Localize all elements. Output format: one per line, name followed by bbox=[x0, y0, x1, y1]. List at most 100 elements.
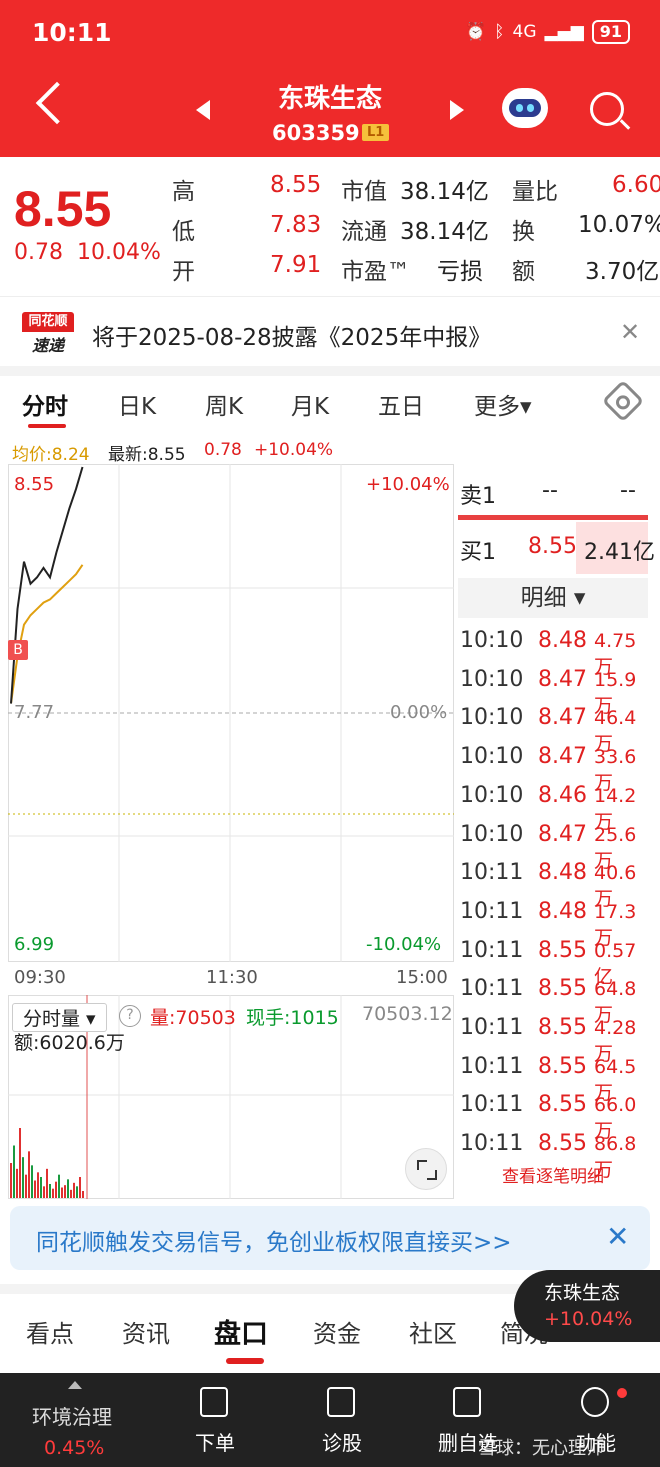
order-label: 下单 bbox=[195, 1431, 235, 1455]
info-pct: +10.04% bbox=[254, 440, 334, 460]
volume-bar bbox=[43, 1186, 45, 1198]
battery-icon: 91 bbox=[591, 20, 630, 44]
tab-intraday[interactable]: 分时 bbox=[22, 387, 68, 421]
volume-bar bbox=[76, 1186, 78, 1198]
intraday-chart[interactable] bbox=[8, 464, 454, 962]
y-low-label: 6.99 bbox=[14, 934, 55, 955]
tick-row: 10:10 8.46 14.2万 bbox=[460, 782, 650, 833]
assistant-robot-icon[interactable] bbox=[502, 88, 548, 128]
view-all-ticks-link[interactable]: 查看逐笔明细 bbox=[458, 1162, 648, 1187]
tab-monthly-k[interactable]: 月K bbox=[291, 387, 329, 421]
tick-row: 10:10 8.47 33.6万 bbox=[460, 744, 650, 794]
tick-time: 10:11 bbox=[460, 1053, 524, 1079]
tick-price: 8.47 bbox=[538, 666, 587, 692]
fullscreen-icon[interactable] bbox=[405, 1148, 447, 1190]
sector-pct: 0.45% bbox=[44, 1437, 105, 1459]
volume-bar bbox=[28, 1151, 30, 1198]
tick-row: 10:11 8.55 64.8万 bbox=[460, 976, 650, 1026]
tick-time: 10:10 bbox=[460, 782, 524, 808]
tab-news[interactable]: 资讯 bbox=[122, 1314, 170, 1349]
mktcap-label: 市值 bbox=[341, 179, 387, 205]
bluetooth-icon: ᛒ bbox=[494, 22, 505, 42]
tab-capital[interactable]: 资金 bbox=[313, 1314, 361, 1349]
volume-bar bbox=[40, 1177, 42, 1198]
tick-row: 10:11 8.55 4.28万 bbox=[460, 1015, 650, 1065]
tab-more[interactable]: 更多▾ bbox=[474, 387, 532, 421]
volume-total: 70503.12 bbox=[362, 1003, 453, 1025]
robot-eye-right bbox=[527, 104, 534, 112]
avg-price-line bbox=[10, 564, 84, 704]
volume-bar bbox=[73, 1182, 75, 1198]
tab-order-book[interactable]: 盘口 bbox=[214, 1312, 268, 1351]
sector-button[interactable]: 环境治理 0.45% bbox=[0, 1373, 120, 1467]
diagnose-label: 诊股 bbox=[322, 1431, 362, 1455]
tick-row: 10:11 8.55 0.57亿 bbox=[460, 938, 650, 988]
tab-community[interactable]: 社区 bbox=[409, 1314, 457, 1349]
promo-text[interactable]: 同花顺触发交易信号，免创业板权限直接买>> bbox=[36, 1223, 512, 1257]
sell1-label: 卖1 bbox=[460, 484, 496, 509]
chart-lines bbox=[10, 466, 84, 704]
detail-selector[interactable]: 明细 ▾ bbox=[458, 578, 648, 618]
price-change: 0.78 10.04% bbox=[14, 240, 161, 265]
signal-icon: ▂▄▆ bbox=[544, 22, 584, 42]
float-stock-pct: +10.04% bbox=[544, 1308, 633, 1330]
float-cap-label: 流通 bbox=[341, 219, 387, 245]
diagnose-button[interactable]: 诊股 bbox=[282, 1373, 402, 1467]
open-value: 7.91 bbox=[270, 252, 322, 278]
functions-icon bbox=[581, 1387, 609, 1417]
status-time: 10:11 bbox=[32, 18, 112, 47]
tick-price: 8.55 bbox=[538, 1131, 587, 1157]
volume-bar bbox=[58, 1174, 60, 1198]
y-mid-pct-label: 0.00% bbox=[390, 702, 448, 723]
high-value: 8.55 bbox=[270, 172, 322, 198]
settings-icon[interactable] bbox=[601, 379, 645, 423]
close-icon[interactable]: ✕ bbox=[606, 1220, 629, 1253]
buy-marker[interactable]: B bbox=[8, 640, 28, 660]
tab-highlights[interactable]: 看点 bbox=[26, 1314, 74, 1349]
volume-bar bbox=[67, 1179, 69, 1198]
active-tab-indicator bbox=[28, 424, 66, 428]
volume-bar bbox=[55, 1181, 57, 1198]
volume-ratio-label: 量比 bbox=[512, 179, 558, 205]
volume-bar bbox=[46, 1168, 48, 1198]
volume-bar bbox=[70, 1189, 72, 1198]
tab-daily-k[interactable]: 日K bbox=[118, 387, 156, 421]
trade-signal-banner[interactable]: 同花顺触发交易信号，免创业板权限直接买>> ✕ bbox=[10, 1206, 650, 1270]
info-change: 0.78 bbox=[204, 440, 242, 460]
network-label: 4G bbox=[512, 22, 537, 42]
tick-price: 8.55 bbox=[538, 1053, 587, 1079]
logo-bottom-text: 速递 bbox=[31, 336, 64, 355]
pe-label: 市盈™ bbox=[341, 259, 410, 285]
close-icon[interactable]: ✕ bbox=[620, 318, 640, 346]
tick-price: 8.48 bbox=[538, 628, 587, 653]
order-button[interactable]: 下单 bbox=[155, 1373, 275, 1467]
volume-bar bbox=[16, 1168, 18, 1198]
tick-time: 10:10 bbox=[460, 666, 524, 692]
hand-value: 现手:1015 bbox=[246, 1007, 339, 1029]
sell1-price: -- bbox=[542, 478, 558, 503]
tick-time: 10:10 bbox=[460, 821, 524, 847]
tick-price: 8.46 bbox=[538, 782, 587, 808]
volume-bar bbox=[79, 1177, 81, 1198]
tick-time: 10:10 bbox=[460, 744, 524, 770]
tab-weekly-k[interactable]: 周K bbox=[205, 387, 243, 421]
notification-dot bbox=[617, 1388, 627, 1398]
current-price: 8.55 bbox=[14, 181, 112, 237]
tick-row: 10:11 8.55 66.0万 bbox=[460, 1092, 650, 1142]
help-icon[interactable]: ? bbox=[119, 1005, 141, 1027]
y-high-pct-label: +10.04% bbox=[366, 474, 450, 495]
sector-name: 环境治理 bbox=[32, 1405, 112, 1429]
buy1-volume: 2.41亿 bbox=[584, 540, 655, 565]
amount-value-label: 额:6020.6万 bbox=[14, 1032, 125, 1054]
alarm-icon: ⏰ bbox=[465, 22, 487, 42]
notice-text[interactable]: 将于2025-08-28披露《2025年中报》 bbox=[92, 318, 491, 352]
floating-stock-card[interactable]: 东珠生态 +10.04% bbox=[514, 1270, 660, 1342]
divider bbox=[0, 366, 660, 376]
search-icon[interactable] bbox=[590, 92, 624, 126]
next-stock-icon[interactable] bbox=[450, 100, 464, 120]
change-value: 0.78 bbox=[14, 240, 63, 265]
tab-five-day[interactable]: 五日 bbox=[378, 387, 424, 421]
y-high-label: 8.55 bbox=[14, 474, 55, 495]
avg-price-label: 均价:8.24 bbox=[12, 445, 90, 465]
pe-value: 亏损 bbox=[437, 259, 483, 285]
